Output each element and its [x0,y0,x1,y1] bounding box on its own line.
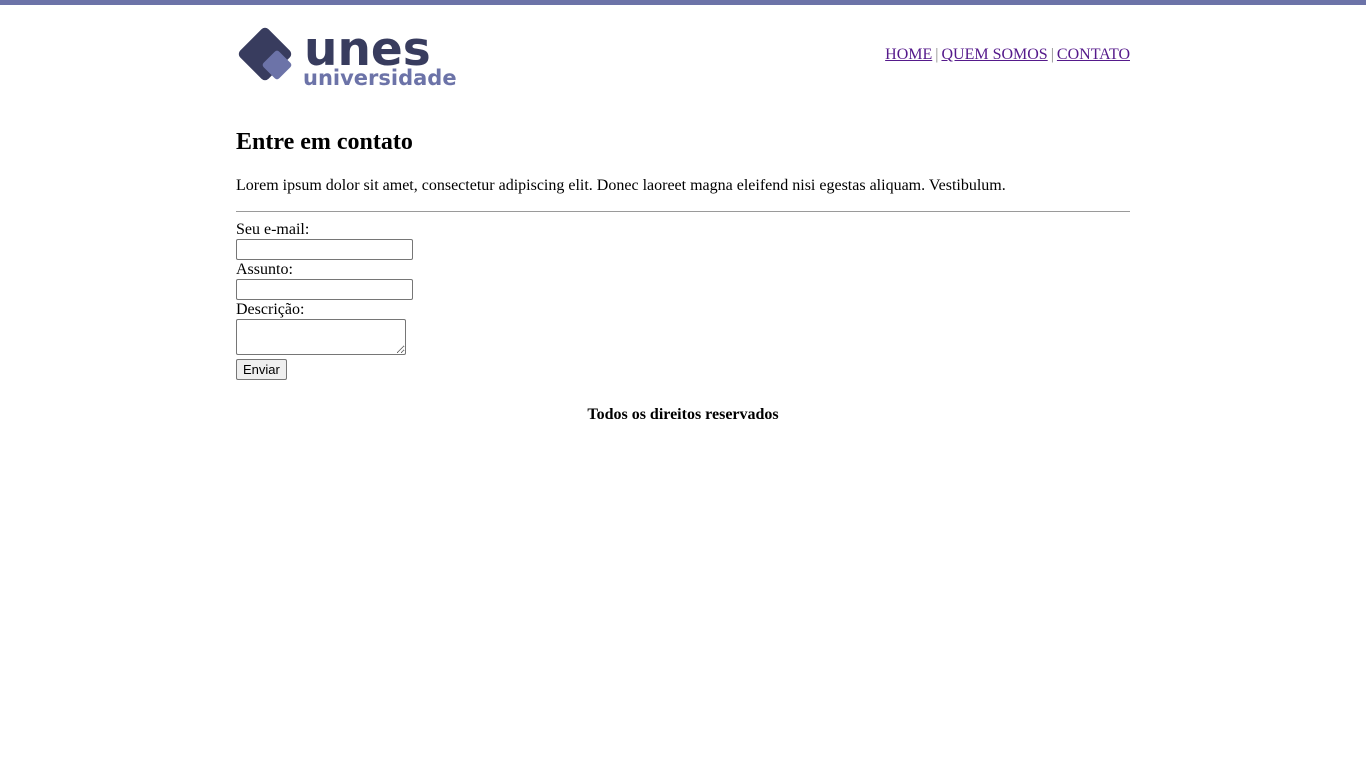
logo-sub-text: universidade [303,66,456,87]
main-content: Entre em contato Lorem ipsum dolor sit a… [236,127,1130,380]
nav-separator: | [1050,46,1054,63]
site-footer: Todos os direitos reservados [236,406,1130,424]
subject-field[interactable] [236,279,413,300]
nav-quem-somos-link[interactable]: QUEM SOMOS [941,46,1047,63]
description-textarea[interactable] [236,319,406,355]
description-label: Descrição: [236,301,305,318]
page-container: unes universidade HOME | QUEM SOMOS | CONTAT… [236,5,1130,424]
subject-label: Assunto: [236,261,293,278]
main-nav: HOME | QUEM SOMOS | CONTATO [885,46,1130,64]
nav-contato-link[interactable]: CONTATO [1057,46,1130,63]
nav-home-link[interactable]: HOME [885,46,932,63]
unes-logo[interactable]: unes universidade [236,25,456,87]
contact-form: Seu e-mail: Assunto: Descrição: Enviar [236,221,1130,380]
site-header: unes universidade HOME | QUEM SOMOS | CONTAT… [236,5,1130,95]
page-title: Entre em contato [236,129,413,155]
nav-separator: | [935,46,939,63]
submit-button[interactable]: Enviar [236,359,287,380]
footer-text: Todos os direitos reservados [587,406,779,423]
email-field[interactable] [236,239,413,260]
intro-text: Lorem ipsum dolor sit amet, consectetur … [236,177,1006,194]
divider [236,211,1130,212]
email-label: Seu e-mail: [236,221,310,238]
